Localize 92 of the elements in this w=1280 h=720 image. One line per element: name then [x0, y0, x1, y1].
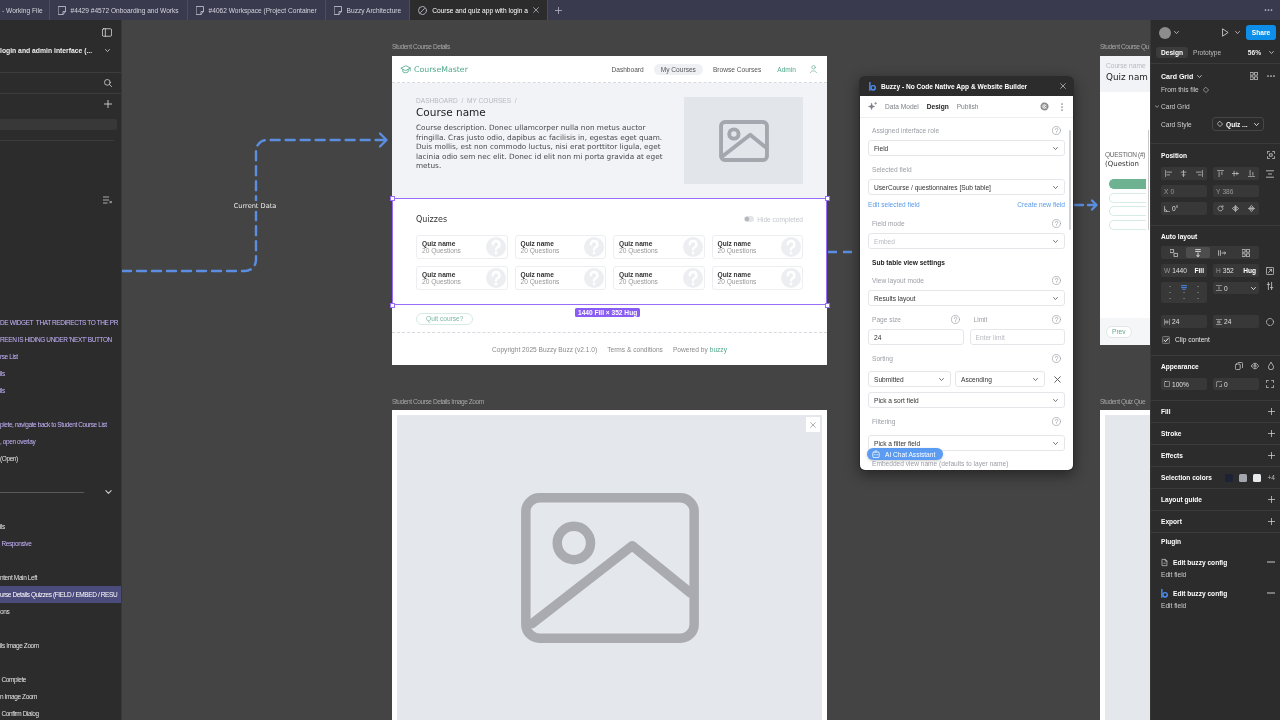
- align-middle-icon[interactable]: [1232, 170, 1240, 177]
- corner-radius-icon: [1216, 381, 1222, 387]
- robot-icon: [872, 450, 880, 458]
- chevron-down-icon: [1053, 398, 1058, 402]
- plus-icon[interactable]: [1268, 430, 1275, 437]
- plus-icon[interactable]: [1268, 496, 1275, 503]
- connector-arrow[interactable]: [1073, 199, 1098, 211]
- angle-icon: [1164, 205, 1170, 212]
- align-right-icon[interactable]: [1195, 170, 1203, 177]
- chevron-down-icon: [1033, 377, 1038, 381]
- file-icon: [195, 5, 204, 15]
- plus-icon[interactable]: [1268, 452, 1275, 459]
- layers-icon[interactable]: [1235, 362, 1243, 370]
- chevron-down-icon: [1053, 239, 1058, 243]
- avatar[interactable]: [1159, 26, 1171, 39]
- resize-handle[interactable]: [824, 195, 830, 201]
- sidebar-icon[interactable]: [102, 27, 112, 37]
- file-icon: [333, 5, 342, 15]
- chevron-down-icon[interactable]: [105, 490, 112, 494]
- frame-corners-icon[interactable]: [1267, 151, 1275, 159]
- chevron-down-icon[interactable]: [1269, 50, 1274, 54]
- toggle-switch[interactable]: [744, 216, 755, 222]
- scrollbar[interactable]: [1069, 130, 1071, 230]
- checkbox[interactable]: [1162, 335, 1170, 344]
- corners-icon[interactable]: [1266, 380, 1274, 388]
- grid-icon: [1242, 248, 1250, 257]
- sliders-icon[interactable]: [1266, 282, 1274, 290]
- logo-icon[interactable]: [1161, 588, 1168, 598]
- close-icon[interactable]: [532, 7, 539, 13]
- align-bottom-icon[interactable]: [1247, 170, 1255, 177]
- close-icon[interactable]: [1053, 375, 1061, 383]
- plus-icon[interactable]: [1268, 518, 1275, 525]
- chevron-down-icon: [1053, 441, 1058, 445]
- selected-quizzes-section[interactable]: [392, 198, 827, 305]
- alignment-dots-icon: [1169, 285, 1199, 300]
- align-top-icon[interactable]: [1217, 170, 1225, 177]
- align-left-icon[interactable]: [1165, 170, 1173, 177]
- plus-icon[interactable]: [554, 6, 562, 14]
- eye-icon[interactable]: [1251, 362, 1259, 370]
- file-icon: [57, 5, 66, 15]
- plus-icon[interactable]: [1268, 408, 1275, 415]
- dashed-circle-icon[interactable]: [1266, 317, 1274, 326]
- chevron-down-icon: [1254, 122, 1259, 126]
- document-icon[interactable]: [1161, 557, 1168, 567]
- chevron-down-icon: [1053, 296, 1058, 300]
- padding-vertical-icon: [1216, 318, 1222, 325]
- sparkle-icon[interactable]: [868, 102, 877, 111]
- chevron-down-icon: [939, 377, 944, 381]
- diamond-icon: [1202, 86, 1209, 93]
- close-icon: [810, 421, 816, 428]
- squares-icon: [1170, 248, 1178, 257]
- quiz-title: Quiz nam: [1106, 72, 1149, 82]
- spacing-icon: [1216, 285, 1222, 291]
- play-icon[interactable]: [1222, 28, 1229, 37]
- image-icon: [718, 119, 769, 162]
- arrow-down-icon: [1194, 248, 1202, 257]
- chevron-down-icon: [1053, 146, 1058, 150]
- square-arrow-icon[interactable]: [1266, 266, 1274, 275]
- resize-handle[interactable]: [389, 195, 395, 201]
- logo-icon: [869, 81, 876, 91]
- padding-horizontal-icon: [1164, 318, 1170, 325]
- section-title: Quizzes: [416, 214, 448, 224]
- rotate-icon[interactable]: [1217, 205, 1225, 212]
- flip-horizontal-icon[interactable]: [1232, 205, 1240, 212]
- drop-icon[interactable]: [1267, 362, 1275, 370]
- grid-icon[interactable]: [1250, 72, 1258, 80]
- chevron-down-icon[interactable]: [105, 48, 110, 52]
- course-title: Course name: [416, 106, 487, 118]
- circle-slash-icon: [418, 5, 428, 15]
- flip-vertical-icon[interactable]: [1247, 205, 1255, 212]
- chevron-down-icon[interactable]: [1235, 31, 1240, 34]
- color-swatch[interactable]: [1253, 473, 1262, 482]
- search-icon[interactable]: [104, 79, 112, 87]
- resize-handle[interactable]: [824, 302, 830, 308]
- diamond-icon: [1217, 121, 1223, 127]
- scrollbar[interactable]: [1147, 130, 1149, 230]
- color-swatch[interactable]: [1239, 473, 1248, 482]
- chevron-down-icon: [1053, 185, 1058, 189]
- align-center-icon[interactable]: [1180, 170, 1188, 177]
- chevron-down-icon[interactable]: [1174, 31, 1179, 34]
- chevron-down-icon[interactable]: [1197, 74, 1203, 78]
- close-icon[interactable]: [1060, 83, 1066, 89]
- resize-handle[interactable]: [389, 302, 395, 308]
- plus-icon[interactable]: [104, 100, 112, 108]
- arrow-right-icon: [1218, 248, 1226, 257]
- distribute-icon[interactable]: [1266, 169, 1274, 178]
- chevron-down-icon: [1251, 286, 1256, 290]
- image-icon: [520, 493, 699, 643]
- direction-option[interactable]: [1186, 247, 1210, 258]
- graduation-cap-icon: [400, 64, 411, 74]
- list-icon[interactable]: [103, 196, 112, 204]
- settings-icon[interactable]: [1040, 102, 1049, 111]
